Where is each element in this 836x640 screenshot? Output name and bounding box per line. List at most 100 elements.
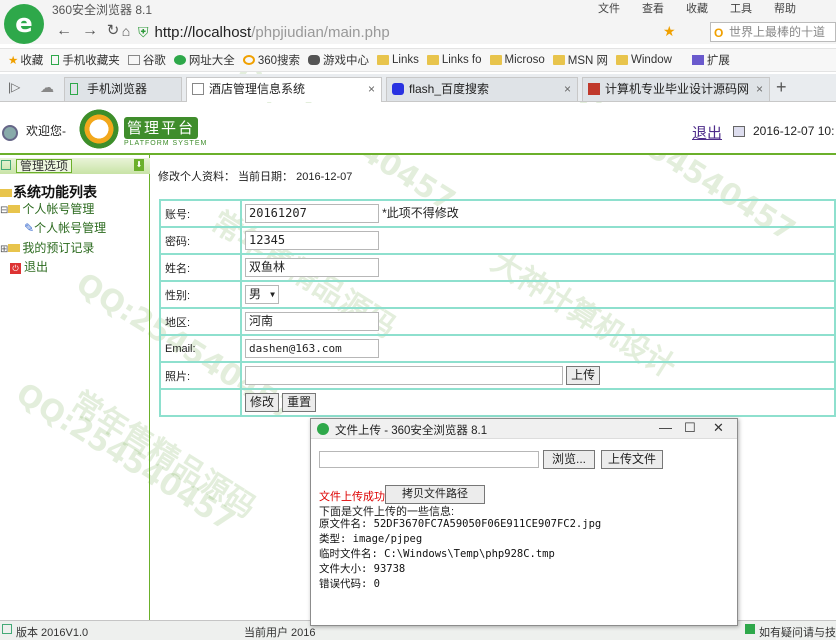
- tab-flash-baidu[interactable]: flash_百度搜索 ×: [386, 77, 578, 101]
- fav-item[interactable]: Links: [377, 54, 419, 66]
- logout-link[interactable]: 退出: [692, 122, 722, 143]
- url-host: http://localhost: [154, 23, 252, 41]
- fav-item[interactable]: MSN 网: [552, 52, 608, 68]
- upload-file-button[interactable]: 上传文件: [601, 450, 663, 469]
- site-icon: [242, 55, 255, 65]
- phone-icon: [51, 55, 60, 65]
- paw-icon: [392, 83, 404, 95]
- password-input[interactable]: 12345: [245, 231, 379, 250]
- fav-item[interactable]: 谷歌: [127, 52, 166, 68]
- sidebar-item-account[interactable]: ⊟ 个人帐号管理: [0, 200, 94, 217]
- reset-button[interactable]: 重置: [282, 393, 317, 412]
- fav-item[interactable]: 360搜索: [242, 52, 300, 68]
- help-text: 如有疑问请与技: [759, 627, 836, 639]
- collapse-icon[interactable]: ⬇: [134, 159, 144, 171]
- menu-help[interactable]: 帮助: [774, 0, 796, 16]
- menu-favorites[interactable]: 收藏: [686, 0, 708, 16]
- tab-source-code-site[interactable]: 计算机专业毕业设计源码网 ×: [582, 77, 770, 101]
- upload-info: 原文件名: 52DF3670FC7A59050F06E911CE907FC2.j…: [319, 517, 601, 592]
- folder-icon: [377, 55, 389, 65]
- fav-item[interactable]: 游戏中心: [308, 52, 369, 68]
- menu-tools[interactable]: 工具: [730, 0, 752, 16]
- sidebar-item-account-sub[interactable]: ✎个人帐号管理: [24, 219, 106, 236]
- grid-icon: [691, 55, 704, 65]
- sidebar: 管理选项 ⬇ 系统功能列表 ⊟ 个人帐号管理 ✎个人帐号管理 ⊞ 我的预订记录 ⏻ 退…: [0, 155, 150, 620]
- password-label: 密码:: [159, 226, 242, 255]
- gender-label: 性别:: [159, 280, 242, 309]
- fav-item[interactable]: ★ 收藏: [8, 52, 43, 68]
- site-icon: [173, 55, 186, 65]
- fav-item[interactable]: Links fo: [426, 54, 482, 66]
- folder-icon: [552, 55, 565, 65]
- new-tab-icon[interactable]: +: [776, 77, 787, 98]
- close-icon[interactable]: ×: [564, 78, 571, 100]
- fav-item[interactable]: 手机收藏夹: [51, 52, 120, 68]
- star-icon[interactable]: ★: [663, 23, 676, 40]
- close-icon[interactable]: ✕: [713, 420, 724, 436]
- cloud-icon[interactable]: ☁: [40, 79, 54, 96]
- sidebar-panel-title: 管理选项: [16, 159, 73, 173]
- minimize-icon[interactable]: —: [659, 420, 672, 435]
- email-input[interactable]: dashen@163.com: [245, 339, 379, 358]
- tab-hotel-system[interactable]: 酒店管理信息系统 ×: [186, 77, 382, 102]
- upload-popup-window: 文件上传 - 360安全浏览器 8.1 — ☐ ✕ 浏览... 上传文件 文件上…: [310, 418, 738, 626]
- sidebar-section-title: 系统功能列表: [0, 182, 97, 202]
- info-line: 文件大小: 93738: [319, 563, 406, 575]
- region-input[interactable]: 河南: [245, 312, 379, 331]
- email-label: Email:: [159, 334, 242, 363]
- search-icon: O: [714, 26, 724, 40]
- sidebar-item-bookings[interactable]: ⊞ 我的预订记录: [0, 239, 94, 256]
- search-input[interactable]: O 世界上最棒的十道: [710, 22, 836, 42]
- sidebar-toggle-icon[interactable]: |▷: [8, 80, 20, 94]
- file-path-input[interactable]: [319, 451, 539, 468]
- form-row: 账号: 20161207 *此项不得修改: [159, 199, 836, 228]
- form-row: 姓名: 双鱼林: [159, 253, 836, 282]
- home-icon[interactable]: ⌂: [116, 21, 136, 41]
- address-bar[interactable]: ⛨ http://localhost/phpjiudian/main.php: [138, 21, 658, 43]
- account-input[interactable]: 20161207: [245, 204, 379, 224]
- main-heading: 修改个人资料： 当前日期： 2016-12-07: [158, 171, 353, 183]
- folder-icon: [8, 244, 21, 252]
- power-icon: ⏻: [10, 263, 21, 274]
- region-label: 地区:: [159, 307, 242, 336]
- fav-item[interactable]: Window: [616, 54, 672, 66]
- star-icon: ★: [8, 55, 19, 67]
- extensions-button[interactable]: 扩展: [691, 52, 730, 68]
- header-date: 2016-12-07 10:: [753, 124, 835, 138]
- copy-path-button[interactable]: 拷贝文件路径: [385, 485, 485, 504]
- success-text: 文件上传成功!: [319, 491, 389, 503]
- form-row: 密码: 12345: [159, 226, 836, 255]
- page-icon: [127, 55, 140, 65]
- fav-item[interactable]: Microso: [489, 54, 545, 66]
- fav-item[interactable]: 网址大全: [173, 52, 235, 68]
- popup-title: 文件上传 - 360安全浏览器 8.1: [335, 425, 488, 437]
- platform-logo-icon: [78, 106, 120, 152]
- browser-logo-icon: [317, 423, 329, 435]
- current-user-text: 当前用户 2016: [244, 627, 316, 639]
- site-icon: [588, 83, 600, 95]
- menu-view[interactable]: 查看: [642, 0, 664, 16]
- gender-select[interactable]: 男 ▼: [245, 285, 279, 304]
- forward-icon[interactable]: →: [80, 21, 100, 41]
- photo-label: 照片:: [159, 361, 242, 390]
- name-input[interactable]: 双鱼林: [245, 258, 379, 277]
- panel-icon: [1, 160, 11, 170]
- version-text: 版本 2016V1.0: [16, 627, 89, 639]
- modify-button[interactable]: 修改: [245, 393, 280, 412]
- back-icon[interactable]: ←: [54, 21, 74, 41]
- welcome-text: 欢迎您-: [26, 124, 66, 138]
- photo-path-input[interactable]: [245, 366, 563, 385]
- close-icon[interactable]: ×: [368, 78, 375, 100]
- help-icon: [745, 624, 755, 634]
- menu-file[interactable]: 文件: [598, 0, 620, 16]
- gamepad-icon: [308, 55, 320, 65]
- page-icon: [192, 83, 204, 95]
- calendar-icon: [733, 126, 745, 137]
- maximize-icon[interactable]: ☐: [684, 420, 696, 436]
- photo-upload-button[interactable]: 上传: [566, 366, 601, 385]
- sidebar-item-logout[interactable]: ⏻ 退出: [10, 258, 48, 275]
- browse-button[interactable]: 浏览...: [543, 450, 595, 469]
- close-icon[interactable]: ×: [756, 78, 763, 100]
- folder-icon: [616, 55, 629, 65]
- tab-mobile-browser[interactable]: 手机浏览器: [64, 77, 182, 101]
